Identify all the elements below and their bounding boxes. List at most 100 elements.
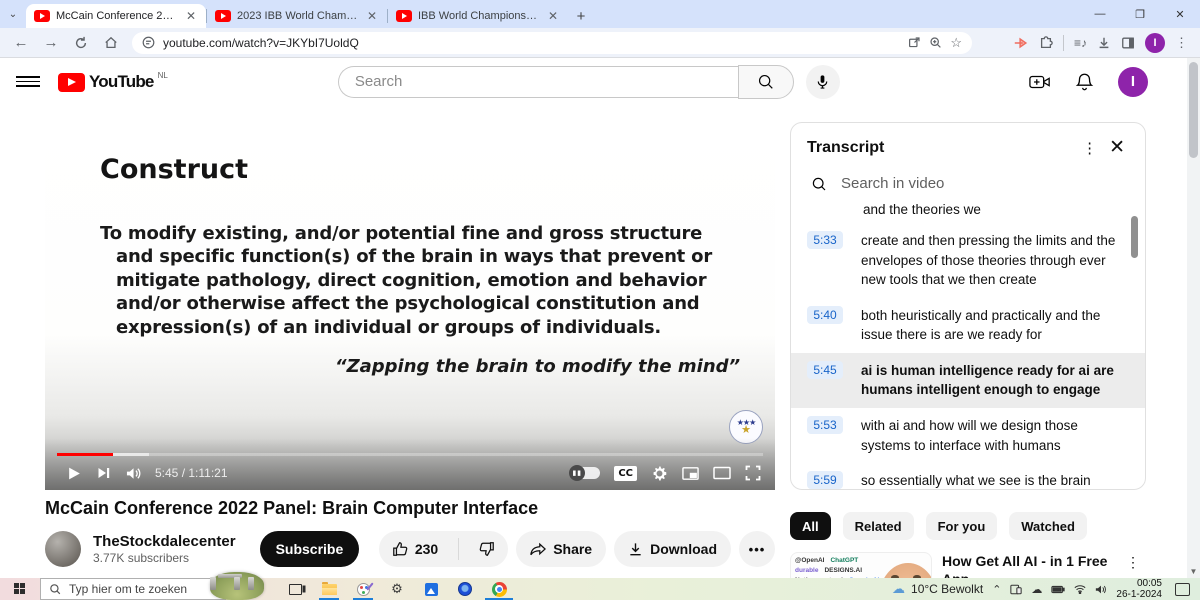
transcript-segment-active[interactable]: 5:45 ai is human intelligence ready for … — [791, 353, 1145, 408]
playlist-queue-icon[interactable]: ≡♪ — [1074, 36, 1087, 50]
channel-name[interactable]: TheStockdalecenter — [93, 533, 236, 550]
volume-button[interactable] — [119, 458, 149, 488]
action-center-icon[interactable] — [1175, 583, 1190, 596]
transcript-menu-kebab-icon[interactable]: ⋮ — [1072, 139, 1107, 157]
pill-divider — [458, 538, 459, 560]
transcript-segment[interactable]: 5:53 with ai and how will we design thos… — [791, 408, 1145, 463]
gear-icon: ⚙ — [391, 582, 403, 597]
channel-avatar[interactable] — [45, 531, 81, 567]
guide-hamburger-button[interactable] — [16, 70, 40, 94]
search-input[interactable] — [338, 66, 738, 98]
window-close-button[interactable]: ✕ — [1160, 0, 1200, 28]
theater-mode-icon[interactable] — [713, 466, 731, 480]
share-icon[interactable] — [908, 36, 921, 49]
autoplay-toggle[interactable]: ▮▮ — [570, 467, 600, 479]
page-scrollbar[interactable]: ▼ — [1187, 58, 1200, 578]
transcript-segment[interactable]: 5:33 create and then pressing the limits… — [791, 223, 1145, 298]
transcript-search-input[interactable] — [841, 175, 1081, 192]
file-explorer-button[interactable] — [312, 578, 346, 600]
chip-for-you[interactable]: For you — [926, 512, 998, 540]
weather-widget[interactable]: ☁ 10°C Bewolkt — [892, 582, 983, 597]
bookmark-star-icon[interactable]: ☆ — [950, 35, 962, 51]
segment-text: with ai and how will we design those sys… — [861, 416, 1129, 455]
browser-profile-avatar[interactable]: I — [1145, 33, 1165, 53]
microphone-icon — [815, 74, 830, 89]
scrollbar-down-arrow-icon[interactable]: ▼ — [1187, 567, 1200, 576]
battery-icon[interactable] — [1051, 585, 1065, 594]
search-button[interactable] — [738, 65, 794, 99]
reload-button[interactable] — [68, 30, 94, 56]
side-panel-icon[interactable] — [1121, 36, 1135, 50]
blue-app-button[interactable] — [448, 578, 482, 600]
tab-ibb-world[interactable]: IBB World Championship - YouT ✕ — [388, 4, 568, 28]
transcript-partial-line[interactable]: and the theories we — [791, 202, 1145, 223]
account-avatar[interactable]: I — [1118, 67, 1148, 97]
address-bar[interactable]: youtube.com/watch?v=JKYbI7UoldQ ☆ — [132, 32, 972, 54]
tab-search-chevron-icon[interactable]: ⌄ — [0, 0, 26, 28]
speaker-icon[interactable] — [1095, 584, 1107, 595]
settings-button[interactable]: ⚙ — [380, 578, 414, 600]
home-button[interactable] — [98, 30, 124, 56]
tab-close-icon[interactable]: ✕ — [365, 9, 379, 23]
tab-close-icon[interactable]: ✕ — [184, 9, 198, 23]
youtube-favicon-icon — [396, 10, 412, 22]
search-highlight-image[interactable] — [210, 572, 264, 600]
settings-gear-icon[interactable] — [651, 465, 668, 482]
photos-button[interactable] — [414, 578, 448, 600]
video-player[interactable]: Construct To modify existing, and/or pot… — [45, 120, 775, 490]
transcript-search[interactable] — [791, 167, 1145, 202]
taskbar-clock[interactable]: 00:05 26-1-2024 — [1116, 578, 1162, 600]
chrome-button[interactable] — [482, 578, 516, 600]
like-button[interactable]: 230 — [379, 531, 451, 567]
transcript-close-icon[interactable]: ✕ — [1107, 136, 1133, 159]
download-button[interactable]: Download — [614, 531, 731, 567]
play-button[interactable] — [59, 458, 89, 488]
subscribe-button[interactable]: Subscribe — [260, 531, 360, 567]
extensions-icon[interactable] — [1039, 36, 1053, 50]
miniplayer-icon[interactable] — [682, 466, 699, 481]
transcript-segment[interactable]: 5:40 both heuristically and practically … — [791, 298, 1145, 353]
taskbar-search-input[interactable] — [69, 582, 199, 596]
back-button[interactable]: ← — [8, 30, 34, 56]
forward-button[interactable]: → — [38, 30, 64, 56]
fullscreen-icon[interactable] — [745, 465, 761, 481]
start-button[interactable] — [0, 578, 40, 600]
window-restore-button[interactable]: ❐ — [1120, 0, 1160, 28]
tab-2023-ibb[interactable]: 2023 IBB World Championship | ✕ — [207, 4, 387, 28]
chrome-icon — [492, 582, 507, 597]
tab-mccain-conference[interactable]: McCain Conference 2022 Panel: ✕ — [26, 4, 206, 28]
chip-watched[interactable]: Watched — [1009, 512, 1087, 540]
task-view-button[interactable] — [278, 578, 312, 600]
adblock-arrow-extension-icon[interactable] — [1013, 36, 1029, 50]
search-icon — [757, 73, 774, 90]
phone-link-icon[interactable] — [1010, 584, 1022, 595]
captions-button[interactable]: CC — [614, 466, 637, 481]
more-actions-button[interactable]: ••• — [739, 531, 775, 567]
tab-title: IBB World Championship - YouT — [418, 10, 540, 22]
taskbar-search-box[interactable] — [40, 578, 226, 600]
youtube-logo[interactable]: YouTube NL — [58, 71, 168, 92]
share-button[interactable]: Share — [516, 531, 606, 567]
windows-taskbar: ⚙ ☁ 10°C Bewolkt ⌃ ☁ 00:05 26-1-2024 — [0, 578, 1200, 600]
download-icon[interactable] — [1097, 36, 1111, 50]
dislike-button[interactable] — [466, 531, 508, 567]
window-minimize-button[interactable]: — — [1080, 0, 1120, 28]
transcript-segment[interactable]: 5:59 so essentially what we see is the b… — [791, 463, 1145, 490]
voice-search-button[interactable] — [806, 65, 840, 99]
chip-all[interactable]: All — [790, 512, 831, 540]
next-button[interactable] — [89, 458, 119, 488]
transcript-scrollbar-thumb[interactable] — [1131, 216, 1138, 258]
tab-close-icon[interactable]: ✕ — [546, 9, 560, 23]
paint-button[interactable] — [346, 578, 380, 600]
chip-related[interactable]: Related — [843, 512, 914, 540]
zoom-icon[interactable] — [929, 36, 942, 49]
weather-text: 10°C Bewolkt — [911, 582, 983, 596]
browser-menu-kebab-icon[interactable]: ⋮ — [1175, 35, 1188, 51]
notifications-bell-icon[interactable] — [1075, 72, 1094, 92]
create-video-icon[interactable] — [1029, 73, 1051, 91]
scrollbar-thumb[interactable] — [1189, 62, 1198, 158]
new-tab-button[interactable]: + — [568, 4, 594, 28]
wifi-icon[interactable] — [1074, 584, 1086, 594]
onedrive-cloud-icon[interactable]: ☁ — [1031, 583, 1042, 596]
tray-chevron-up-icon[interactable]: ⌃ — [992, 583, 1001, 596]
